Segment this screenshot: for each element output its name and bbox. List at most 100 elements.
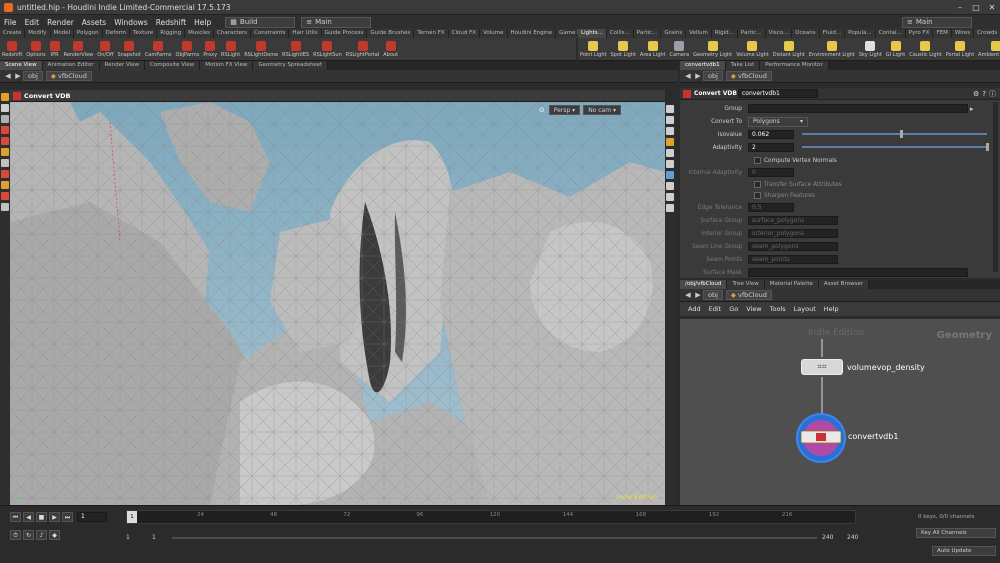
menu-windows[interactable]: Windows <box>110 18 151 27</box>
shelf-tool-camera[interactable]: Camera <box>668 40 692 58</box>
shelf-tool-rslightportal[interactable]: RSLightPortal <box>344 40 382 58</box>
forward-icon[interactable]: ▶ <box>693 291 703 300</box>
shelf-tool-renderview[interactable]: RenderView <box>62 40 96 58</box>
shelf-tab-fluid[interactable]: Fluid... <box>819 29 846 38</box>
lighting-icon[interactable] <box>666 116 674 124</box>
menu-render[interactable]: Render <box>43 18 78 27</box>
node-convertvdb1-selected[interactable] <box>798 415 844 461</box>
view-tool-icon[interactable] <box>1 115 9 123</box>
isovalue-field[interactable]: 0.062 <box>748 130 794 139</box>
seam-line-group-field[interactable]: seam_polygons <box>748 242 838 251</box>
network-editor[interactable]: Indie Edition Geometry ⌗⌗ volumevop_dens… <box>680 319 1000 505</box>
shelf-tab-wires[interactable]: Wires <box>951 29 975 38</box>
playhead[interactable]: 1 <box>127 511 137 523</box>
safe-area-icon[interactable] <box>666 193 674 201</box>
range-start[interactable]: 1 <box>126 534 130 541</box>
shelf-tab-hair-utils[interactable]: Hair Utils <box>289 29 322 38</box>
shelf-tab-polygon[interactable]: Polygon <box>74 29 103 38</box>
pane-tab-convertvdb1[interactable]: convertvdb1 <box>680 61 726 70</box>
shelf-tab-oceans[interactable]: Oceans <box>792 29 820 38</box>
params-path-obj[interactable]: obj <box>703 71 723 81</box>
network-menu-layout[interactable]: Layout <box>790 305 820 313</box>
sharpen-features-checkbox[interactable] <box>754 192 761 199</box>
shelf-tool-sky-light[interactable]: Sky Light <box>857 40 884 58</box>
shelf-tool-objparms[interactable]: ObjParms <box>174 40 202 58</box>
shelf-tool-geometry-light[interactable]: Geometry Light <box>691 40 734 58</box>
shelf-tool-rslighties[interactable]: RSLightIES <box>280 40 311 58</box>
help-icon[interactable]: ? <box>982 90 986 98</box>
shelf-tab-characters[interactable]: Characters <box>214 29 252 38</box>
shelf-tab-lights[interactable]: Lights... <box>578 29 607 38</box>
shelf-tab-contai[interactable]: Contai... <box>875 29 906 38</box>
pose-tool-icon[interactable] <box>1 159 9 167</box>
isovalue-slider[interactable] <box>802 133 987 135</box>
isovalue-slider-handle[interactable] <box>900 130 903 138</box>
network-path-obj[interactable]: obj <box>703 290 723 300</box>
shelf-tab-muscles[interactable]: Muscles <box>185 29 214 38</box>
shelf-tab-cloud-fx[interactable]: Cloud FX <box>448 29 481 38</box>
path-node[interactable]: ◆ vfbCloud <box>45 71 92 81</box>
menu-file[interactable]: File <box>0 18 21 27</box>
shelf-tab-rigging[interactable]: Rigging <box>157 29 186 38</box>
shelf-tool-on-off[interactable]: On/Off <box>95 40 115 58</box>
realtime-icon[interactable]: ⏱ <box>10 530 21 540</box>
shelf-tab-modify[interactable]: Modify <box>25 29 51 38</box>
gear-icon[interactable]: ⚙ <box>973 90 979 98</box>
network-path-node[interactable]: ◆ vfbCloud <box>725 290 772 300</box>
persp-menu[interactable]: Persp ▾ <box>548 105 581 115</box>
pane-tab-render-view[interactable]: Render View <box>99 61 146 70</box>
shelf-tab-volume[interactable]: Volume <box>480 29 508 38</box>
paint-tool-icon[interactable] <box>1 181 9 189</box>
node-name-field[interactable]: convertvdb1 <box>738 89 818 98</box>
path-obj[interactable]: obj <box>23 71 43 81</box>
shelf-tool-rslightdome[interactable]: RSLightDome <box>242 40 280 58</box>
shelf-tool-rslightsun[interactable]: RSLightSun <box>311 40 344 58</box>
pane-tab-motion-fx-view[interactable]: Motion FX View <box>200 61 254 70</box>
frame-ruler[interactable]: 1 24 48 72 96 120 144 168 192 216 <box>126 510 856 524</box>
params-scrollbar[interactable] <box>993 102 998 272</box>
shelf-tab-partic[interactable]: Partic... <box>633 29 662 38</box>
shelf-tool-options[interactable]: Options <box>24 40 47 58</box>
scale-tool-icon[interactable] <box>1 137 9 145</box>
adaptivity-slider-handle[interactable] <box>986 143 989 151</box>
shelf-tool-snapshot[interactable]: Snapshot <box>115 40 142 58</box>
cam-menu[interactable]: No cam ▾ <box>583 105 621 115</box>
convert-to-select[interactable]: Polygons ▾ <box>748 116 808 127</box>
shelf-tab-create[interactable]: Create <box>0 29 26 38</box>
magnet-tool-icon[interactable] <box>1 170 9 178</box>
range-end[interactable]: 240 <box>822 534 833 541</box>
ghost-icon[interactable] <box>666 204 674 212</box>
shading-icon[interactable] <box>666 127 674 135</box>
menu-help[interactable]: Help <box>190 18 215 27</box>
menu-redshift[interactable]: Redshift <box>152 18 190 27</box>
shelf-tab-rigid[interactable]: Rigid... <box>711 29 738 38</box>
forward-icon[interactable]: ▶ <box>693 72 703 81</box>
menu-edit[interactable]: Edit <box>21 18 44 27</box>
shelf-tab-fem[interactable]: FEM <box>933 29 952 38</box>
shelf-tab-collis[interactable]: Collis... <box>606 29 634 38</box>
back-icon[interactable]: ◀ <box>3 72 13 81</box>
jump-end-icon[interactable]: ⏭ <box>62 512 73 522</box>
key-all-channels-button[interactable]: Key All Channels <box>916 528 996 538</box>
forward-icon[interactable]: ▶ <box>13 72 23 81</box>
select-tool-icon[interactable] <box>1 93 9 101</box>
display-options-icon[interactable] <box>666 105 674 113</box>
shelf-tool-camparms[interactable]: CamParms <box>143 40 174 58</box>
param-compute-vertex-normals[interactable]: Compute Vertex Normals <box>754 155 837 166</box>
shelf-tab-texture[interactable]: Texture <box>130 29 158 38</box>
shelf-tool-area-light[interactable]: Area Light <box>638 40 668 58</box>
auto-update-select[interactable]: Auto Update <box>932 546 996 556</box>
shelf-tab-crowds[interactable]: Crowds <box>974 29 1000 38</box>
jump-start-icon[interactable]: ⏮ <box>10 512 21 522</box>
sculpt-tool-icon[interactable] <box>1 203 9 211</box>
group-field[interactable] <box>748 104 968 113</box>
shelf-tool-spot-light[interactable]: Spot Light <box>608 40 637 58</box>
network-menu-help[interactable]: Help <box>820 305 843 313</box>
shelf-tool-gi-light[interactable]: GI Light <box>884 40 907 58</box>
node-volumevop-density[interactable]: ⌗⌗ <box>801 359 843 375</box>
grid-toggle-icon[interactable] <box>666 171 674 179</box>
desktop-select[interactable]: ▦ Build <box>225 16 296 28</box>
pane-tab-take-list[interactable]: Take List <box>725 61 761 70</box>
move-tool-icon[interactable] <box>1 104 9 112</box>
shelf-tab-model[interactable]: Model <box>50 29 75 38</box>
